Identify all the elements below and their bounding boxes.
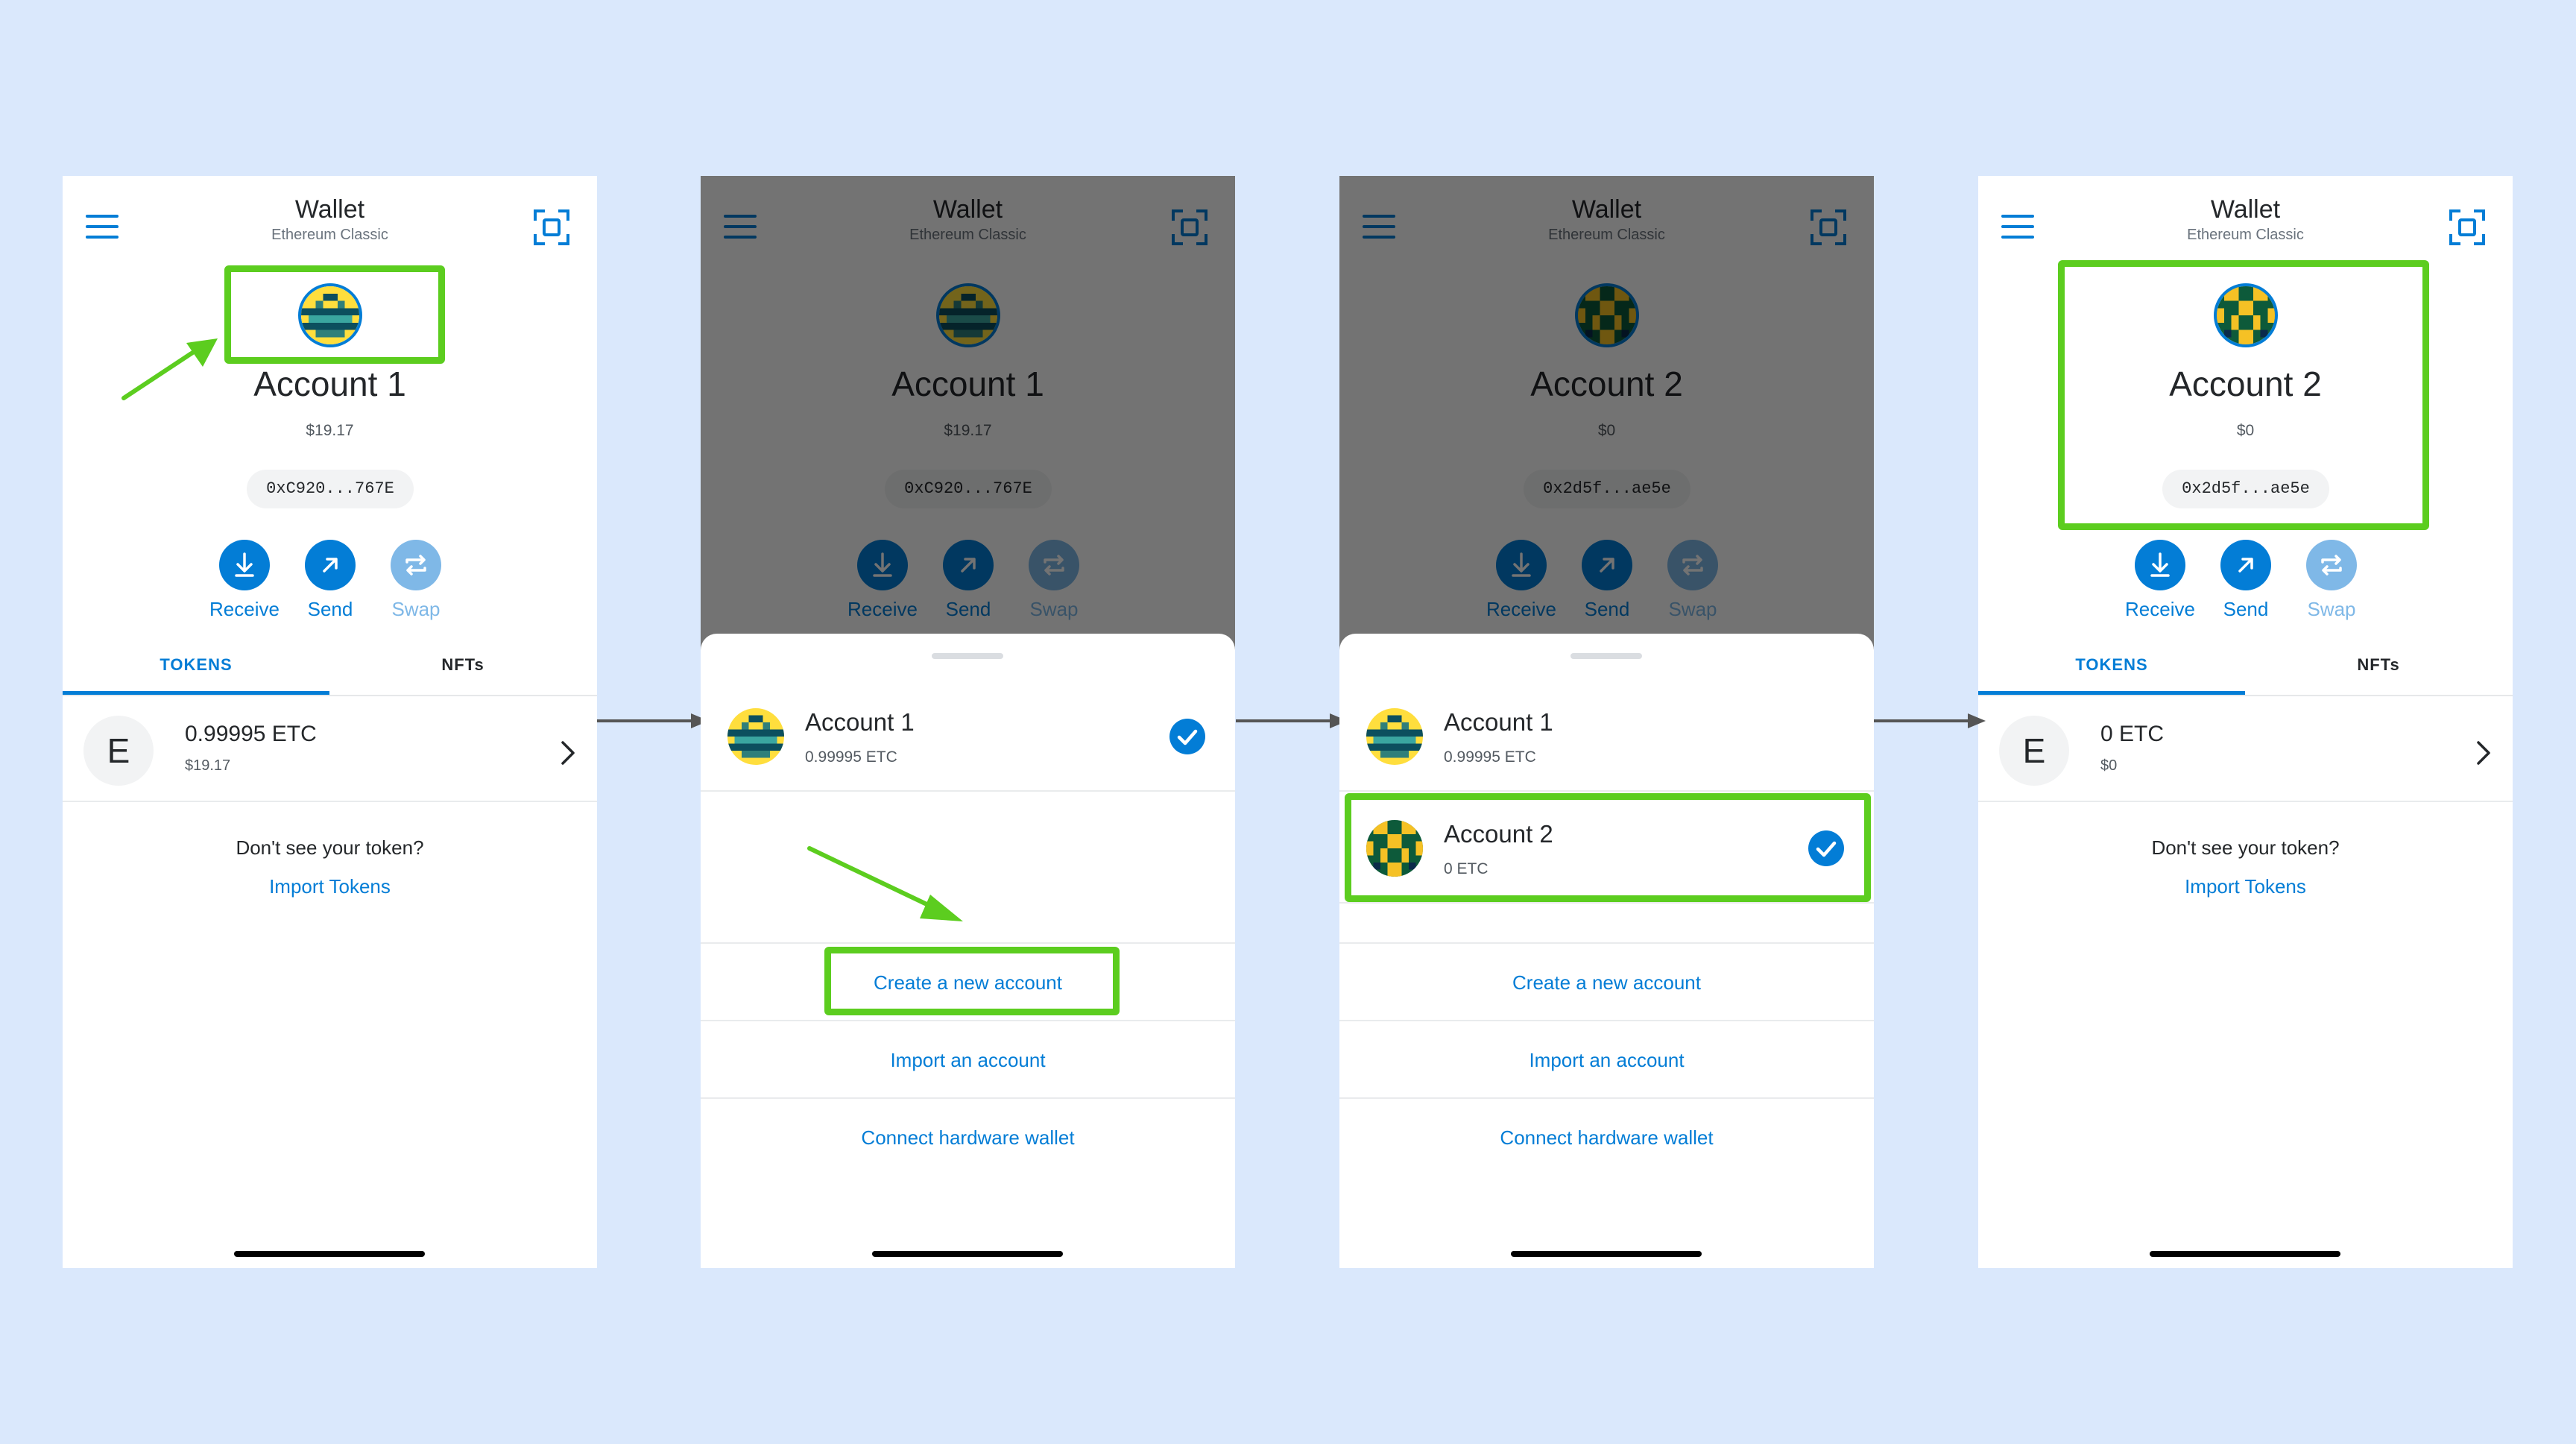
tab-tokens[interactable]: TOKENS: [1978, 646, 2245, 695]
screen-2: Wallet Ethereum Classic Account 1 $19.17…: [701, 176, 1235, 1268]
account-row-1[interactable]: Account 1 0.99995 ETC: [701, 680, 1235, 792]
send-button[interactable]: Send: [285, 540, 375, 621]
chevron-right-icon: [2474, 738, 2493, 768]
token-row-etc[interactable]: E 0 ETC $0: [1978, 696, 2513, 802]
wallet-title: Wallet: [294, 195, 365, 224]
network-name[interactable]: Ethereum Classic: [1978, 227, 2513, 244]
missing-token-text: Don't see your token?: [236, 836, 424, 859]
token-icon: E: [83, 716, 154, 786]
receive-button[interactable]: Receive: [2115, 540, 2205, 621]
token-amount: 0.99995 ETC: [185, 722, 317, 746]
token-icon: E: [1999, 716, 2069, 786]
swap-icon: [2306, 540, 2357, 590]
swap-label: Swap: [391, 598, 441, 620]
sheet-grabber[interactable]: [1570, 653, 1642, 659]
swap-icon: [391, 540, 441, 590]
send-icon: [305, 540, 356, 590]
account-row-balance: 0.99995 ETC: [1444, 748, 1536, 766]
connect-hardware-button[interactable]: Connect hardware wallet: [1339, 1099, 1874, 1176]
chevron-right-icon: [558, 738, 578, 768]
import-tokens-link[interactable]: Import Tokens: [1978, 875, 2513, 898]
sheet-spacer: [1339, 904, 1874, 944]
receive-label: Receive: [209, 598, 280, 620]
highlight-create-account: [824, 947, 1120, 1015]
home-indicator: [1511, 1251, 1702, 1257]
account-selector-sheet: Account 1 0.99995 ETC Account 2 0 ETC Cr…: [1339, 634, 1874, 1268]
account-avatar: [727, 708, 784, 765]
account-row-name: Account 1: [805, 708, 915, 736]
screen-3: Wallet Ethereum Classic Account 2 $0 0x2…: [1339, 176, 1874, 1268]
account-row-1[interactable]: Account 1 0.99995 ETC: [1339, 680, 1874, 792]
account-row-name: Account 1: [1444, 708, 1553, 736]
network-name[interactable]: Ethereum Classic: [63, 227, 597, 244]
receive-icon: [219, 540, 270, 590]
flow-arrow-icon: [597, 713, 709, 728]
highlight-account-2-row: [1345, 793, 1871, 902]
flow-arrow-icon: [1874, 713, 1986, 728]
tab-nfts[interactable]: NFTs: [2245, 646, 2512, 695]
receive-label: Receive: [2125, 598, 2195, 620]
token-fiat-value: $19.17: [185, 757, 231, 774]
import-account-button[interactable]: Import an account: [1339, 1021, 1874, 1099]
highlight-account-card: [2058, 260, 2429, 530]
home-indicator: [872, 1251, 1063, 1257]
account-row-balance: 0.99995 ETC: [805, 748, 897, 766]
import-tokens-link[interactable]: Import Tokens: [63, 875, 597, 898]
asset-tabs: TOKENS NFTs: [1978, 646, 2513, 696]
swap-label: Swap: [2307, 598, 2356, 620]
account-avatar: [1366, 708, 1423, 765]
send-button[interactable]: Send: [2201, 540, 2291, 621]
sheet-grabber[interactable]: [932, 653, 1003, 659]
token-amount: 0 ETC: [2100, 722, 2165, 746]
send-label: Send: [307, 598, 353, 620]
receive-button[interactable]: Receive: [200, 540, 289, 621]
account-address[interactable]: 0xC920...767E: [247, 470, 414, 508]
token-fiat-value: $0: [2100, 757, 2118, 774]
connect-hardware-button[interactable]: Connect hardware wallet: [701, 1099, 1235, 1176]
account-balance: $19.17: [306, 422, 354, 439]
swap-button[interactable]: Swap: [371, 540, 461, 621]
green-arrow-icon: [807, 846, 963, 921]
home-indicator: [234, 1251, 425, 1257]
import-account-button[interactable]: Import an account: [701, 1021, 1235, 1099]
flow-arrow-icon: [1236, 713, 1348, 728]
scan-qr-icon[interactable]: [2449, 209, 2486, 246]
missing-token-text: Don't see your token?: [2151, 836, 2340, 859]
tab-tokens[interactable]: TOKENS: [63, 646, 329, 695]
asset-tabs: TOKENS NFTs: [63, 646, 597, 696]
send-label: Send: [2223, 598, 2269, 620]
create-account-button[interactable]: Create a new account: [1339, 944, 1874, 1021]
scan-qr-icon[interactable]: [533, 209, 570, 246]
highlight-avatar: [224, 265, 445, 364]
wallet-title: Wallet: [2210, 195, 2281, 224]
receive-icon: [2135, 540, 2185, 590]
swap-button[interactable]: Swap: [2287, 540, 2376, 621]
green-arrow-icon: [121, 338, 218, 400]
tab-nfts[interactable]: NFTs: [329, 646, 596, 695]
token-row-etc[interactable]: E 0.99995 ETC $19.17: [63, 696, 597, 802]
home-indicator: [2150, 1251, 2340, 1257]
send-icon: [2220, 540, 2271, 590]
selected-check-icon: [1169, 719, 1205, 754]
